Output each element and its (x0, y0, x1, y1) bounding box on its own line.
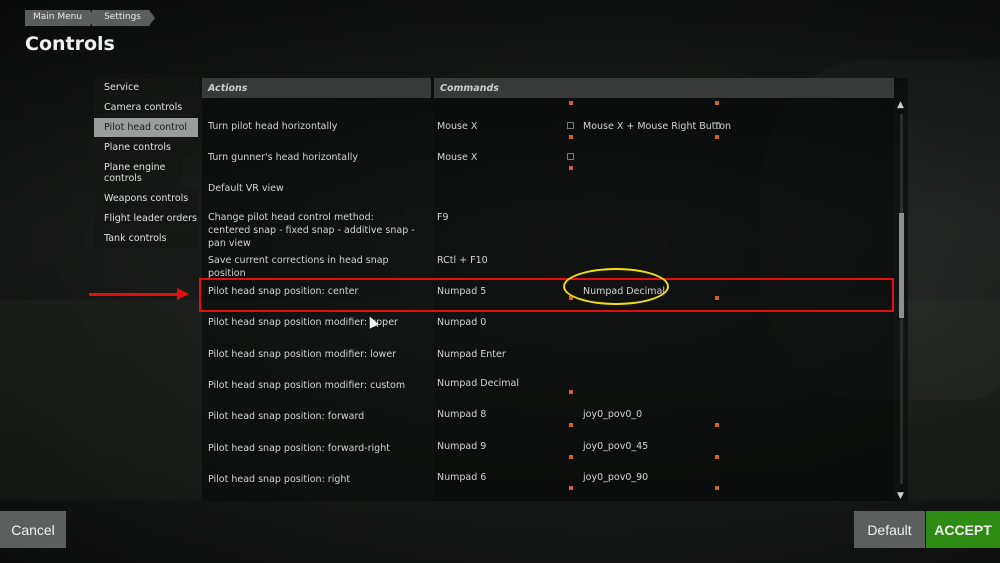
table-row[interactable]: Pilot head snap position: forward-right … (202, 440, 894, 470)
binding-marker (569, 455, 573, 459)
sidebar-item-plane-engine-controls[interactable]: Plane engine controls (94, 158, 182, 188)
mouse-icon (713, 122, 720, 129)
default-button[interactable]: Default (854, 511, 925, 548)
table-row[interactable]: Pilot head snap position modifier: upper… (202, 314, 894, 344)
table-row[interactable]: Pilot head snap position modifier: lower… (202, 346, 894, 376)
sidebar-item-weapons-controls[interactable]: Weapons controls (94, 189, 198, 208)
command-primary[interactable]: F9 (437, 211, 449, 224)
table-row[interactable]: Default VR view (202, 180, 894, 210)
header-commands: Commands (434, 78, 894, 98)
action-label: Pilot head snap position modifier: upper (208, 317, 398, 328)
sidebar-item-camera-controls[interactable]: Camera controls (94, 98, 198, 117)
scroll-thumb[interactable] (899, 213, 904, 318)
binding-marker (569, 423, 573, 427)
binding-marker (715, 423, 719, 427)
table-row[interactable]: Pilot head snap position: right Numpad 6… (202, 471, 894, 501)
binding-marker (715, 101, 719, 105)
scroll-up-icon[interactable]: ▲ (897, 100, 904, 110)
table-header: Actions Commands (202, 78, 894, 98)
breadcrumb-main-menu[interactable]: Main Menu (25, 10, 97, 26)
table-scrollbar[interactable]: ▲ ▼ (896, 98, 908, 501)
arrow-annotation-icon (89, 288, 189, 300)
binding-marker (715, 486, 719, 490)
action-label: Pilot head snap position modifier: custo… (208, 380, 406, 391)
action-label: Pilot head snap position: right (208, 474, 351, 485)
command-primary[interactable]: RCtl + F10 (437, 254, 488, 267)
command-secondary[interactable]: joy0_pov0_90 (583, 471, 648, 484)
action-label: Save current corrections in head snap po… (208, 255, 389, 279)
action-label: Pilot head snap position: forward (208, 411, 365, 422)
action-label: Turn pilot head horizontally (208, 121, 338, 132)
scroll-down-icon[interactable]: ▼ (897, 491, 904, 501)
table-row[interactable]: Turn gunner's head horizontally Mouse X (202, 149, 894, 179)
binding-marker (715, 455, 719, 459)
sidebar-item-pilot-head-control[interactable]: Pilot head control (94, 118, 198, 137)
command-primary[interactable]: Numpad 0 (437, 316, 486, 329)
binding-marker (715, 135, 719, 139)
binding-marker (569, 101, 573, 105)
binding-marker (569, 166, 573, 170)
action-label: Default VR view (208, 183, 284, 194)
command-secondary[interactable]: joy0_pov0_0 (583, 408, 642, 421)
sidebar-item-plane-controls[interactable]: Plane controls (94, 138, 198, 157)
sidebar-item-tank-controls[interactable]: Tank controls (94, 229, 198, 248)
breadcrumb: Main Menu Settings (25, 10, 155, 26)
action-label: Pilot head snap position modifier: lower (208, 349, 397, 360)
action-label: Pilot head snap position: forward-right (208, 443, 390, 454)
command-primary[interactable]: Numpad Decimal (437, 377, 519, 390)
cancel-button[interactable]: Cancel (0, 511, 66, 548)
action-label: Change pilot head control method: center… (208, 212, 415, 249)
highlight-ellipse-annotation (563, 268, 669, 305)
command-secondary[interactable]: joy0_pov0_45 (583, 440, 648, 453)
command-primary[interactable]: Numpad 6 (437, 471, 486, 484)
table-row[interactable]: Turn pilot head horizontally Mouse X Mou… (202, 118, 894, 148)
category-sidebar: Service Camera controls Pilot head contr… (94, 78, 198, 249)
accept-button[interactable]: ACCEPT (926, 511, 1000, 548)
mouse-icon (567, 122, 574, 129)
sidebar-item-flight-leader-orders[interactable]: Flight leader orders (94, 209, 198, 228)
header-actions: Actions (202, 78, 431, 98)
binding-marker (569, 390, 573, 394)
table-row[interactable]: Change pilot head control method: center… (202, 211, 894, 251)
command-primary[interactable]: Numpad 8 (437, 408, 486, 421)
command-primary[interactable]: Numpad Enter (437, 348, 506, 361)
page-title: Controls (25, 33, 115, 55)
command-primary[interactable]: Mouse X (437, 120, 477, 133)
breadcrumb-settings[interactable]: Settings (92, 10, 155, 26)
sidebar-item-service[interactable]: Service (94, 78, 198, 97)
highlight-row-annotation (199, 278, 894, 312)
command-primary[interactable]: Mouse X (437, 151, 477, 164)
action-label: Turn gunner's head horizontally (208, 152, 358, 163)
binding-marker (569, 135, 573, 139)
command-primary[interactable]: Numpad 9 (437, 440, 486, 453)
table-row[interactable]: Pilot head snap position: forward Numpad… (202, 408, 894, 438)
binding-marker (569, 486, 573, 490)
command-secondary[interactable]: Mouse X + Mouse Right Button (583, 120, 731, 133)
table-row[interactable]: Pilot head snap position modifier: custo… (202, 377, 894, 407)
mouse-icon (567, 153, 574, 160)
